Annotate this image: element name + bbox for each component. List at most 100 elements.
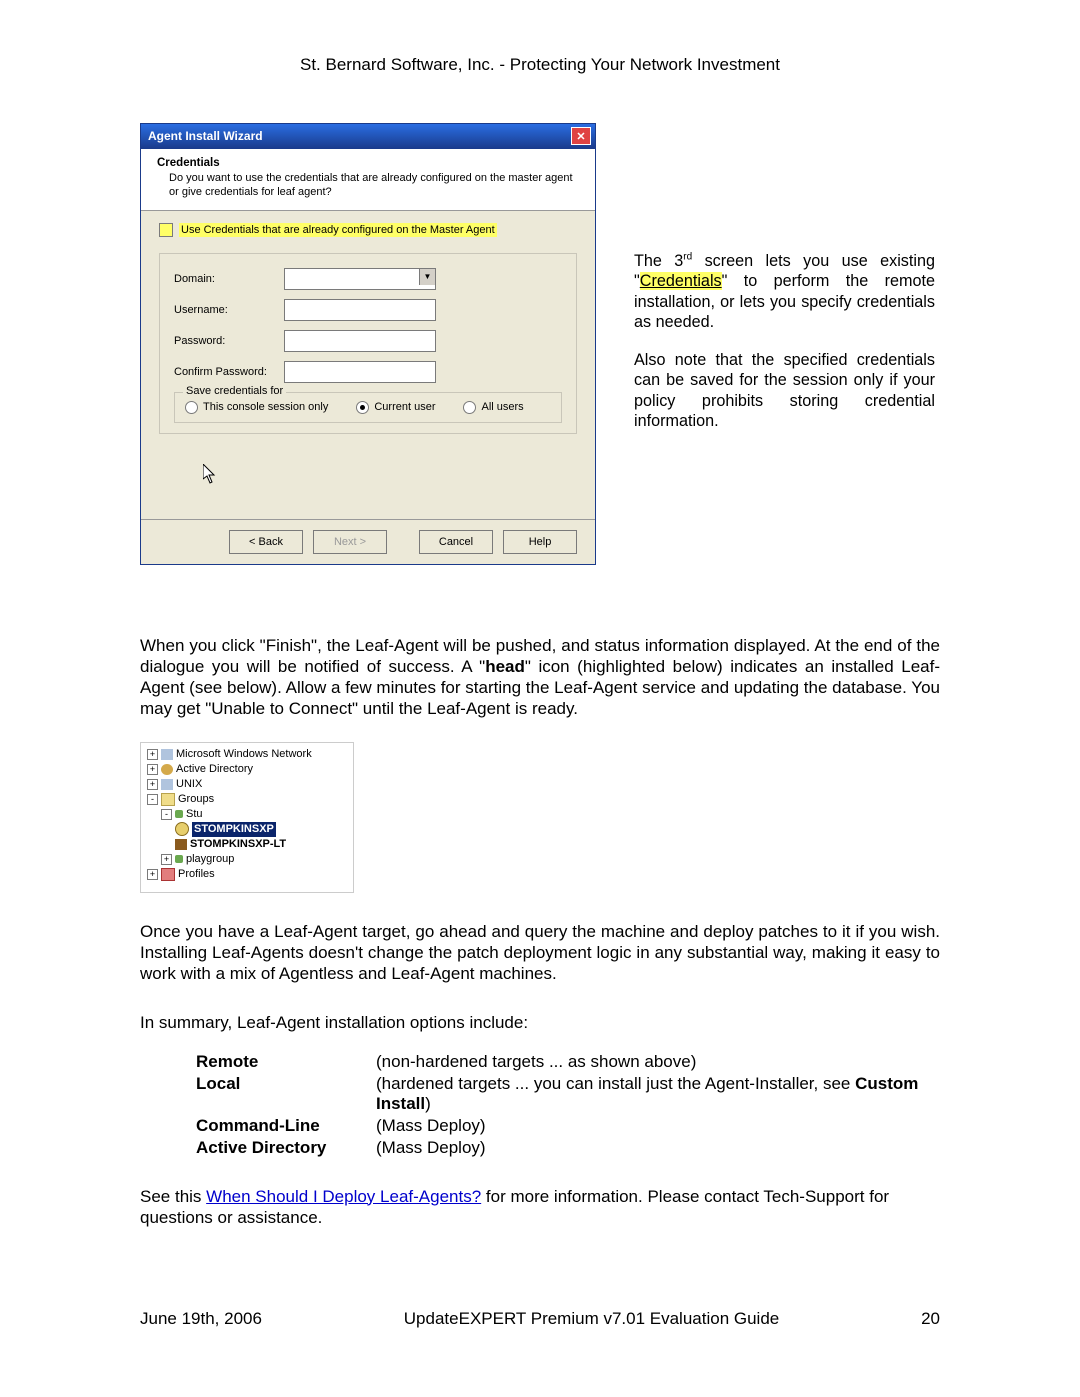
radio-all-users[interactable]: All users <box>463 401 523 414</box>
confirm-password-label: Confirm Password: <box>174 366 284 378</box>
tree-label: Microsoft Windows Network <box>176 747 312 762</box>
option-command-line: Command-Line (Mass Deploy) <box>196 1116 940 1136</box>
globe-icon <box>161 764 173 775</box>
caption-text: The 3 <box>634 252 683 270</box>
next-button[interactable]: Next > <box>313 530 387 554</box>
credentials-form: Domain: ▼ Username: Password: <box>159 253 577 434</box>
group-icon <box>175 810 183 818</box>
install-options-list: Remote (non-hardened targets ... as show… <box>196 1052 940 1158</box>
tree-view[interactable]: + Microsoft Windows Network + Active Dir… <box>140 742 354 893</box>
caption-column: The 3rd screen lets you use existing "Cr… <box>634 251 935 449</box>
option-local: Local (hardened targets ... you can inst… <box>196 1074 940 1114</box>
tree-item-active-directory[interactable]: + Active Directory <box>147 762 347 777</box>
username-input[interactable] <box>284 299 436 321</box>
wizard-header: Credentials Do you want to use the crede… <box>141 149 595 211</box>
domain-combobox[interactable]: ▼ <box>284 268 436 290</box>
plus-icon[interactable]: + <box>147 764 158 775</box>
text: (hardened targets ... you can install ju… <box>376 1074 855 1093</box>
tree-label: playgroup <box>186 852 234 867</box>
tree-item-profiles[interactable]: + Profiles <box>147 867 347 882</box>
tree-label: Groups <box>178 792 214 807</box>
master-credentials-checkbox-label: Use Credentials that are already configu… <box>179 223 497 237</box>
deploy-leaf-agents-link[interactable]: When Should I Deploy Leaf-Agents? <box>206 1187 481 1206</box>
radio-label: This console session only <box>203 401 328 413</box>
password-input[interactable] <box>284 330 436 352</box>
footer-page: 20 <box>921 1309 940 1329</box>
option-key: Active Directory <box>196 1138 376 1158</box>
domain-label: Domain: <box>174 273 284 285</box>
option-active-directory: Active Directory (Mass Deploy) <box>196 1138 940 1158</box>
option-key: Command-Line <box>196 1116 376 1136</box>
radio-label: Current user <box>374 401 435 413</box>
wizard-body: Use Credentials that are already configu… <box>141 211 595 519</box>
caption-paragraph-1: The 3rd screen lets you use existing "Cr… <box>634 251 935 332</box>
tree-item-stompkinsxp[interactable]: STOMPKINSXP <box>175 822 347 837</box>
wizard-footer: < Back Next > Cancel Help <box>141 519 595 564</box>
option-remote: Remote (non-hardened targets ... as show… <box>196 1052 940 1072</box>
paragraph-see-link: See this When Should I Deploy Leaf-Agent… <box>140 1186 940 1229</box>
cursor-icon <box>203 464 577 489</box>
chevron-down-icon[interactable]: ▼ <box>419 269 435 285</box>
caption-sup: rd <box>683 252 692 263</box>
option-val: (Mass Deploy) <box>376 1116 940 1136</box>
head-icon <box>175 822 189 836</box>
tree-item-unix[interactable]: + UNIX <box>147 777 347 792</box>
tree-label: Stu <box>186 807 203 822</box>
footer-title: UpdateEXPERT Premium v7.01 Evaluation Gu… <box>404 1309 779 1329</box>
folder-icon <box>161 793 175 806</box>
option-val: (non-hardened targets ... as shown above… <box>376 1052 940 1072</box>
wizard-header-title: Credentials <box>157 157 579 169</box>
paragraph-once: Once you have a Leaf-Agent target, go ah… <box>140 921 940 985</box>
wizard-header-desc: Do you want to use the credentials that … <box>169 172 579 200</box>
domain-input[interactable] <box>284 268 436 290</box>
caption-highlight: Credentials <box>640 272 722 290</box>
help-button[interactable]: Help <box>503 530 577 554</box>
save-credentials-fieldset: Save credentials for This console sessio… <box>174 392 562 423</box>
paragraph-finish: When you click "Finish", the Leaf-Agent … <box>140 635 940 720</box>
computer-icon <box>175 839 187 850</box>
wizard-title: Agent Install Wizard <box>148 129 263 143</box>
confirm-password-input[interactable] <box>284 361 436 383</box>
tree-item-playgroup[interactable]: + playgroup <box>161 852 347 867</box>
back-button[interactable]: < Back <box>229 530 303 554</box>
tree-label: UNIX <box>176 777 202 792</box>
cancel-button[interactable]: Cancel <box>419 530 493 554</box>
footer-date: June 19th, 2006 <box>140 1309 262 1329</box>
group-icon <box>175 855 183 863</box>
master-credentials-checkbox-row[interactable]: Use Credentials that are already configu… <box>159 223 577 237</box>
wizard-titlebar[interactable]: Agent Install Wizard ✕ <box>141 124 595 149</box>
radio-current-user[interactable]: Current user <box>356 401 435 414</box>
tree-label: Active Directory <box>176 762 253 777</box>
paragraph-summary: In summary, Leaf-Agent installation opti… <box>140 1012 940 1033</box>
minus-icon[interactable]: - <box>161 809 172 820</box>
tree-item-groups[interactable]: - Groups <box>147 792 347 807</box>
agent-install-wizard: Agent Install Wizard ✕ Credentials Do yo… <box>140 123 596 565</box>
radio-icon[interactable] <box>463 401 476 414</box>
bold-text: head <box>485 657 525 676</box>
plus-icon[interactable]: + <box>147 869 158 880</box>
folder-icon <box>161 868 175 881</box>
plus-icon[interactable]: + <box>147 779 158 790</box>
radio-icon[interactable] <box>185 401 198 414</box>
tree-item-windows-network[interactable]: + Microsoft Windows Network <box>147 747 347 762</box>
radio-console-session[interactable]: This console session only <box>185 401 328 414</box>
tree-item-stu[interactable]: - Stu <box>161 807 347 822</box>
page-footer: June 19th, 2006 UpdateEXPERT Premium v7.… <box>140 1309 940 1329</box>
tree-label-selected: STOMPKINSXP <box>192 822 276 837</box>
option-key: Local <box>196 1074 376 1114</box>
plus-icon[interactable]: + <box>161 854 172 865</box>
close-icon[interactable]: ✕ <box>571 127 591 145</box>
tree-item-stompkinsxp-lt[interactable]: STOMPKINSXP-LT <box>175 837 347 852</box>
text: ) <box>425 1094 431 1113</box>
password-label: Password: <box>174 335 284 347</box>
checkbox-icon[interactable] <box>159 223 173 237</box>
fieldset-legend: Save credentials for <box>183 385 286 397</box>
tree-label: Profiles <box>178 867 215 882</box>
minus-icon[interactable]: - <box>147 794 158 805</box>
page-header: St. Bernard Software, Inc. - Protecting … <box>0 0 1080 75</box>
radio-icon[interactable] <box>356 401 369 414</box>
tree-label: STOMPKINSXP-LT <box>190 837 286 852</box>
plus-icon[interactable]: + <box>147 749 158 760</box>
username-label: Username: <box>174 304 284 316</box>
network-icon <box>161 779 173 790</box>
